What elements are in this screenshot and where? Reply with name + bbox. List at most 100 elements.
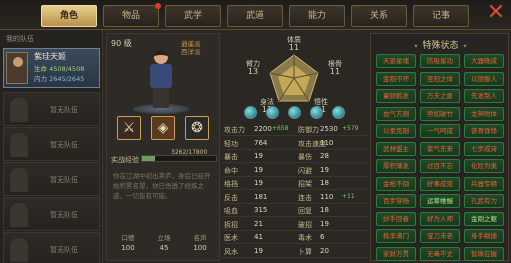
status-badge[interactable]: 金刚之躯 — [464, 211, 504, 226]
base-stat: 口德 100 — [121, 234, 135, 252]
status-badge[interactable]: 先发制人 — [464, 89, 504, 103]
tab-items[interactable]: 物品 — [103, 3, 161, 27]
empty-team-slot[interactable]: 暂无队伍 — [3, 92, 100, 126]
skill-orb-icon[interactable] — [244, 106, 257, 119]
status-badge[interactable]: 妙手回春 — [376, 211, 416, 226]
stat-value: 2200 — [254, 125, 272, 133]
empty-slot-label: 暂无队伍 — [50, 106, 78, 114]
status-badge[interactable]: 过目不忘 — [420, 159, 460, 173]
status-badge[interactable]: 无毒不丈 — [420, 246, 460, 261]
stat-label: 拆招 — [224, 220, 238, 229]
skill-orb-icon[interactable] — [310, 106, 323, 119]
status-badge[interactable]: 好为人师 — [420, 211, 460, 226]
status-badge[interactable]: 桃李满门 — [376, 229, 416, 243]
status-badge[interactable]: 身手敏捷 — [464, 229, 504, 243]
team-member-card[interactable]: 紫珪天姬 生命 4508/4508 内力 2645/2645 — [3, 48, 100, 88]
skill-orb-icon[interactable] — [288, 106, 301, 119]
status-badge[interactable]: 防吸星功 — [420, 54, 460, 68]
status-badge[interactable]: 金枪不倒 — [376, 176, 416, 191]
status-badge[interactable]: 金刚不坏 — [376, 71, 416, 86]
orb-row — [230, 106, 360, 122]
status-badge[interactable]: 龙神附体 — [464, 106, 504, 121]
stat-row: 攻击力 2200 +658 防御力 2530 +579 — [222, 124, 368, 136]
armor-slot[interactable]: ◈ — [151, 116, 175, 140]
skill-orb-icon[interactable] — [266, 106, 279, 119]
stat-value: 19 — [254, 152, 263, 160]
stat-label: 防御力 — [298, 126, 319, 134]
stat-label: 反击 — [224, 193, 238, 202]
status-badge[interactable]: 以柔克刚 — [376, 124, 416, 138]
empty-slot-label: 暂无队伍 — [50, 211, 78, 219]
status-badge[interactable]: 以德服人 — [464, 71, 504, 86]
status-badge[interactable]: 一气呵成 — [420, 124, 460, 138]
exp-label: 实战经验 — [111, 156, 139, 164]
stat-label: 风水 — [224, 247, 238, 256]
stat-row: 吸血 315 回复 18 — [222, 205, 368, 217]
status-badge[interactable]: 运筹帷幄 — [420, 194, 460, 208]
status-badge[interactable]: 万夫之勇 — [420, 89, 460, 103]
stat-label: 回复 — [298, 207, 312, 215]
status-badge[interactable]: 孔武有力 — [464, 194, 504, 208]
status-badge[interactable]: 智珠在握 — [464, 246, 504, 261]
special-states-title: 特殊状态 — [371, 38, 510, 51]
stat-value: 18 — [320, 206, 329, 214]
tab-relations[interactable]: 关系 — [351, 5, 407, 27]
stat-bonus: +658 — [272, 125, 289, 132]
tab-label: 武学 — [183, 11, 202, 21]
status-badge[interactable]: 天狼星魂 — [376, 54, 416, 68]
stat-label: 破招 — [298, 220, 312, 229]
character-description: 你在江湖中初出茅庐，身后已经开始积累名望，你已悟透了修炼之道，一切皆有可能。 — [113, 172, 211, 200]
empty-team-slot[interactable]: 暂无队伍 — [3, 197, 100, 231]
status-badge[interactable]: 家财万贯 — [376, 246, 416, 261]
close-icon[interactable]: ✕ — [485, 2, 507, 25]
stat-row: 风水 19 卜算 20 — [222, 246, 368, 258]
status-badge[interactable]: 血气方刚 — [376, 106, 416, 121]
character-subtitle: 西洋派 — [181, 48, 201, 56]
empty-team-slot[interactable]: 暂无队伍 — [3, 162, 100, 196]
status-badge[interactable]: 好事成双 — [420, 176, 460, 191]
stat-row: 轻功 764 攻击速度 110 — [222, 138, 368, 150]
stat-row: 暴击 19 暴伤 28 — [222, 151, 368, 163]
status-badge[interactable]: 厚积薄发 — [376, 159, 416, 173]
status-badge[interactable]: 百步穿杨 — [376, 194, 416, 208]
silhouette-icon — [10, 168, 28, 192]
base-stat: 立场 45 — [157, 234, 171, 252]
weapon-slot[interactable]: ⚔ — [117, 116, 141, 140]
tab-label: 武道 — [245, 11, 264, 21]
status-badge[interactable]: 化险为夷 — [464, 159, 504, 173]
status-badge[interactable]: 大器晚成 — [464, 54, 504, 68]
empty-slot-label: 暂无队伍 — [50, 246, 78, 254]
tab-journal[interactable]: 记事 — [413, 5, 469, 27]
skill-orb-icon[interactable] — [332, 106, 345, 119]
attr-value-constitution: 11 — [288, 43, 300, 52]
empty-team-slot[interactable]: 暂无队伍 — [3, 127, 100, 161]
tab-label: 关系 — [369, 11, 388, 21]
tab-character[interactable]: 角色 — [41, 5, 97, 27]
status-badge[interactable]: 至阳之体 — [420, 71, 460, 86]
member-mp: 内力 2645/2645 — [34, 75, 85, 83]
empty-slot-label: 暂无队伍 — [50, 176, 78, 184]
status-badge[interactable]: 势如破竹 — [420, 106, 460, 121]
status-badge[interactable]: 武林盟主 — [376, 141, 416, 156]
status-badge[interactable]: 童颜鹤发 — [376, 89, 416, 103]
stat-label: 攻击力 — [224, 126, 245, 134]
tab-label: 物品 — [121, 11, 140, 21]
silhouette-icon — [10, 203, 28, 227]
status-badge[interactable]: 紫气东来 — [420, 141, 460, 156]
stat-bonus: +11 — [342, 192, 355, 200]
status-badge[interactable]: 宝刀未老 — [420, 229, 460, 243]
stat-row: 拆招 21 破招 19 — [222, 219, 368, 231]
empty-team-slot[interactable]: 暂无队伍 — [3, 232, 100, 263]
accessory-slot[interactable]: ❂ — [185, 116, 209, 140]
tab-martial-path[interactable]: 武道 — [227, 5, 283, 27]
tab-martial-arts[interactable]: 武学 — [165, 5, 221, 27]
tab-abilities[interactable]: 能力 — [289, 5, 345, 27]
silhouette-icon — [10, 98, 28, 122]
status-badge[interactable]: 七步成诗 — [464, 141, 504, 156]
accessory-icon: ❂ — [191, 120, 203, 136]
stat-value: 315 — [254, 206, 268, 214]
stat-row: 命中 19 闪避 19 — [222, 165, 368, 177]
status-badge[interactable]: 兵器专精 — [464, 176, 504, 191]
stat-value: 110 — [320, 138, 334, 147]
status-badge[interactable]: 铁骨铮铮 — [464, 124, 504, 138]
